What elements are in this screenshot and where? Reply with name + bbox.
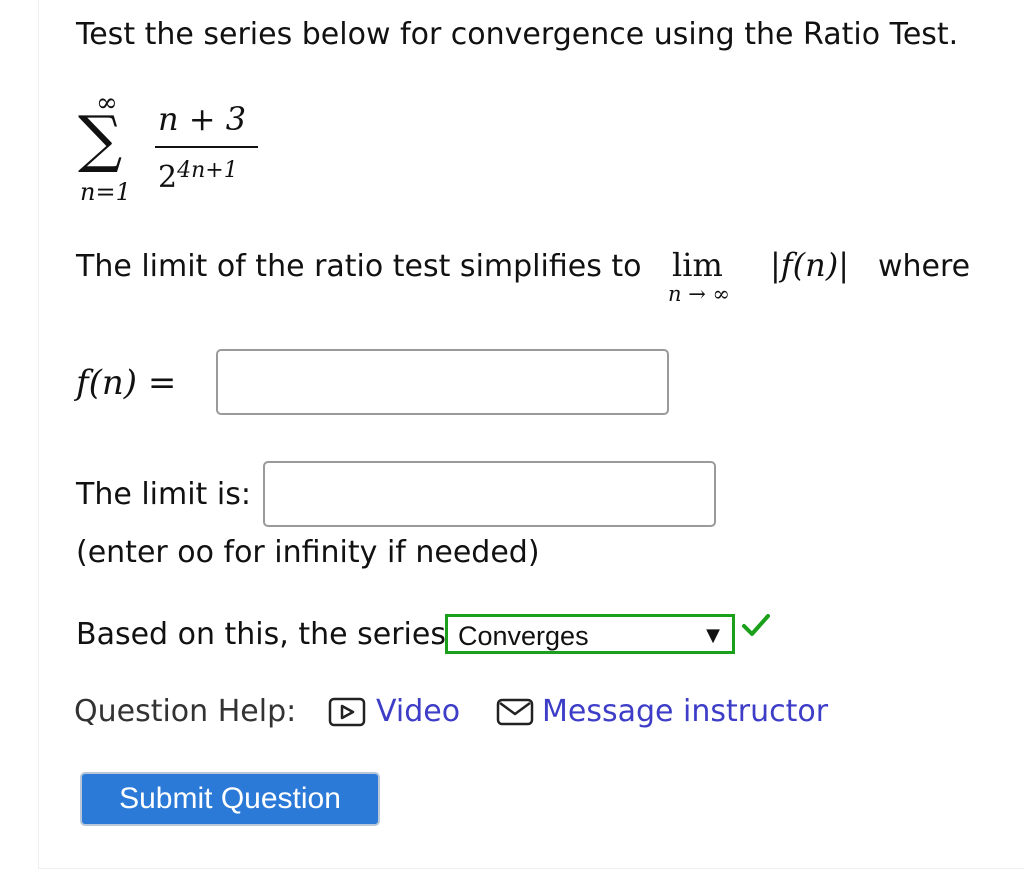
fraction-bar bbox=[155, 146, 258, 148]
sigma-symbol: ∑ bbox=[78, 102, 123, 175]
ratio-text: The limit of the ratio test simplifies t… bbox=[76, 249, 642, 284]
fn-input[interactable] bbox=[216, 349, 669, 415]
question-prompt: Test the series below for convergence us… bbox=[76, 17, 959, 52]
message-instructor-link[interactable]: Message instructor bbox=[542, 694, 828, 729]
denominator-base: 2 bbox=[158, 160, 178, 195]
limit-label: The limit is: bbox=[76, 477, 251, 512]
lim-subscript: n → ∞ bbox=[668, 282, 730, 306]
sum-lower-limit: n=1 bbox=[80, 178, 131, 206]
series-select[interactable]: Converges ▼ bbox=[445, 614, 735, 654]
mail-icon[interactable] bbox=[496, 697, 534, 727]
dropdown-arrow-icon: ▼ bbox=[706, 625, 720, 646]
denominator-exponent: 4n+1 bbox=[177, 158, 238, 183]
submit-question-button[interactable]: Submit Question bbox=[80, 772, 380, 826]
where-text: where bbox=[878, 249, 971, 284]
question-help-label: Question Help: bbox=[74, 694, 297, 729]
lim-expression: |f(n)| bbox=[770, 246, 849, 284]
lim-word: lim bbox=[672, 246, 723, 284]
series-denominator: 24n+1 bbox=[158, 158, 238, 195]
limit-hint: (enter oo for infinity if needed) bbox=[76, 535, 540, 570]
checkmark-icon bbox=[742, 614, 770, 636]
series-numerator: n + 3 bbox=[158, 100, 247, 138]
video-link[interactable]: Video bbox=[376, 694, 460, 729]
series-select-value: Converges bbox=[458, 621, 589, 651]
series-label: Based on this, the series bbox=[76, 617, 446, 652]
limit-input[interactable] bbox=[263, 461, 716, 527]
video-icon[interactable] bbox=[328, 697, 366, 727]
fn-label: f(n) = bbox=[76, 363, 177, 403]
